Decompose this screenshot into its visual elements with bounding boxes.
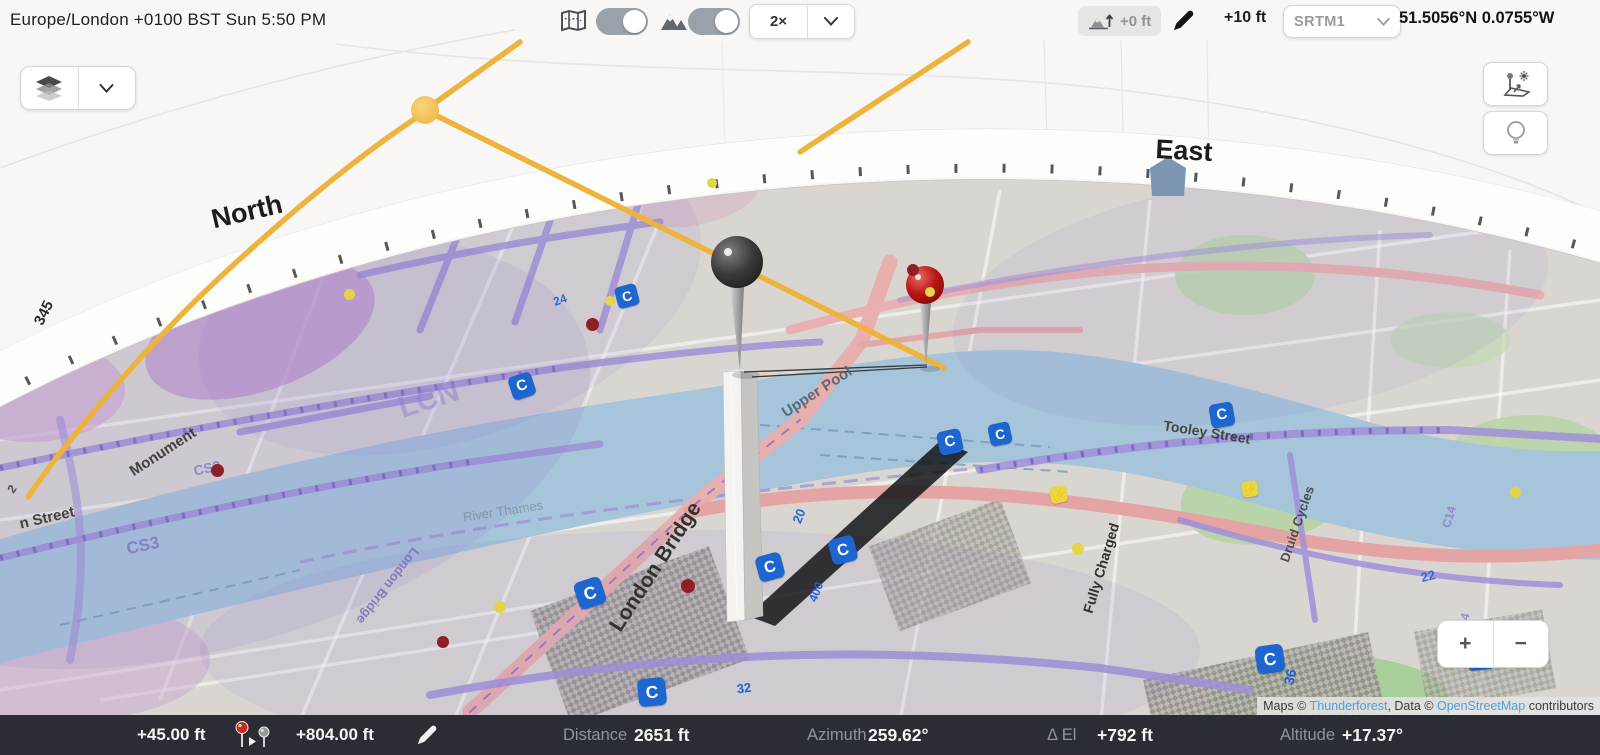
dem-source-select[interactable]: SRTM1	[1283, 5, 1401, 38]
pencil-icon[interactable]	[1172, 9, 1195, 32]
map-attribution: Maps © Thunderforest, Data © OpenStreetM…	[1257, 697, 1600, 715]
tower-3d	[722, 369, 764, 623]
layers-control	[20, 66, 136, 110]
layers-dropdown-button[interactable]	[79, 67, 136, 109]
pin-a-elevation: +45.00 ft	[137, 725, 206, 744]
coordinates-readout[interactable]: 51.5056°N 0.0755°W	[1399, 9, 1554, 28]
zoom-out-button[interactable]: −	[1494, 621, 1549, 667]
altitude-label: Altitude	[1280, 726, 1336, 744]
dem-source-value: SRTM1	[1294, 13, 1346, 30]
mountain-up-arrow-icon	[1089, 13, 1114, 29]
timezone-time-label[interactable]: Europe/London +0100 BST Sun 5:50 PM	[10, 10, 326, 30]
sun-exposure-icon	[1502, 71, 1531, 97]
map-canvas[interactable]	[0, 0, 1600, 755]
delta-elevation-label: Δ El	[1047, 726, 1077, 744]
map-style-toggle[interactable]	[596, 8, 648, 35]
distance-label: Distance	[563, 726, 628, 744]
pin-b-elevation: +804.00 ft	[296, 725, 374, 744]
exaggeration-control: 2×	[749, 4, 855, 39]
terrain-icon	[661, 14, 687, 30]
layers-button[interactable]	[21, 67, 78, 109]
zoom-controls: + −	[1437, 620, 1549, 668]
altitude-value: +17.37°	[1342, 725, 1404, 745]
thunderforest-link[interactable]: Thunderforest	[1310, 699, 1388, 713]
azimuth-label: Azimuth	[807, 726, 867, 744]
tide-offset-pill[interactable]: +0 ft	[1078, 6, 1162, 36]
swap-pins-icon[interactable]	[234, 720, 274, 750]
attribution-text: Maps ©	[1263, 699, 1310, 713]
map-style-icon	[561, 9, 586, 32]
app-root: North East 345 2 London Bridge Upper Pool Rive…	[0, 0, 1600, 755]
tide-offset-value: +0 ft	[1120, 12, 1152, 30]
attribution-text: contributors	[1525, 699, 1594, 713]
status-bar: +45.00 ft +804.00 ft Distance 2651 ft Az…	[0, 715, 1600, 755]
terrain-toggle[interactable]	[688, 8, 740, 35]
openstreetmap-link[interactable]: OpenStreetMap	[1437, 699, 1525, 713]
exaggeration-value[interactable]: 2×	[750, 13, 807, 30]
observer-height-value[interactable]: +10 ft	[1224, 9, 1266, 27]
lightbulb-icon	[1506, 121, 1525, 144]
pencil-icon[interactable]	[416, 724, 438, 746]
attribution-text: , Data ©	[1387, 699, 1437, 713]
chevron-down-icon	[824, 17, 838, 26]
layers-icon	[36, 76, 63, 101]
exaggeration-dropdown-button[interactable]	[808, 17, 854, 26]
delta-elevation-value: +792 ft	[1097, 725, 1153, 745]
distance-value: 2651 ft	[634, 725, 690, 745]
zoom-in-button[interactable]: +	[1438, 621, 1493, 667]
chevron-down-icon	[1377, 17, 1390, 26]
top-toolbar: Europe/London +0100 BST Sun 5:50 PM 2× +…	[0, 0, 1600, 44]
chevron-down-icon	[99, 83, 114, 93]
lightbulb-button[interactable]	[1483, 111, 1548, 155]
sun-exposure-button[interactable]	[1483, 62, 1548, 106]
sun-icon[interactable]	[411, 96, 439, 124]
azimuth-value: 259.62°	[868, 725, 929, 745]
